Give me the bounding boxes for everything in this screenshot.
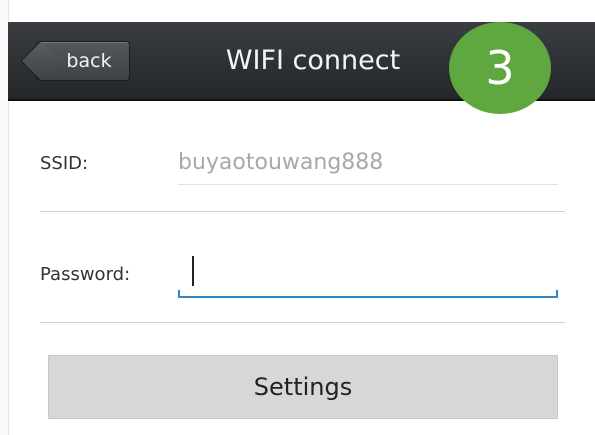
text-cursor: [192, 256, 194, 286]
password-field[interactable]: [178, 248, 558, 298]
step-number-badge: 3: [449, 22, 551, 114]
ssid-label: SSID:: [40, 153, 89, 174]
app-screen: back WIFI connect 3 SSID: buyaotouwang88…: [0, 0, 595, 435]
divider: [40, 211, 565, 212]
divider: [40, 322, 565, 323]
back-button-label: back: [66, 50, 112, 72]
password-label: Password:: [40, 264, 131, 285]
ssid-field[interactable]: buyaotouwang888: [178, 145, 558, 185]
page-title: WIFI connect: [225, 45, 401, 76]
back-button[interactable]: back: [36, 41, 130, 81]
title-bar: back WIFI connect 3: [8, 22, 595, 114]
settings-button[interactable]: Settings: [48, 355, 558, 419]
